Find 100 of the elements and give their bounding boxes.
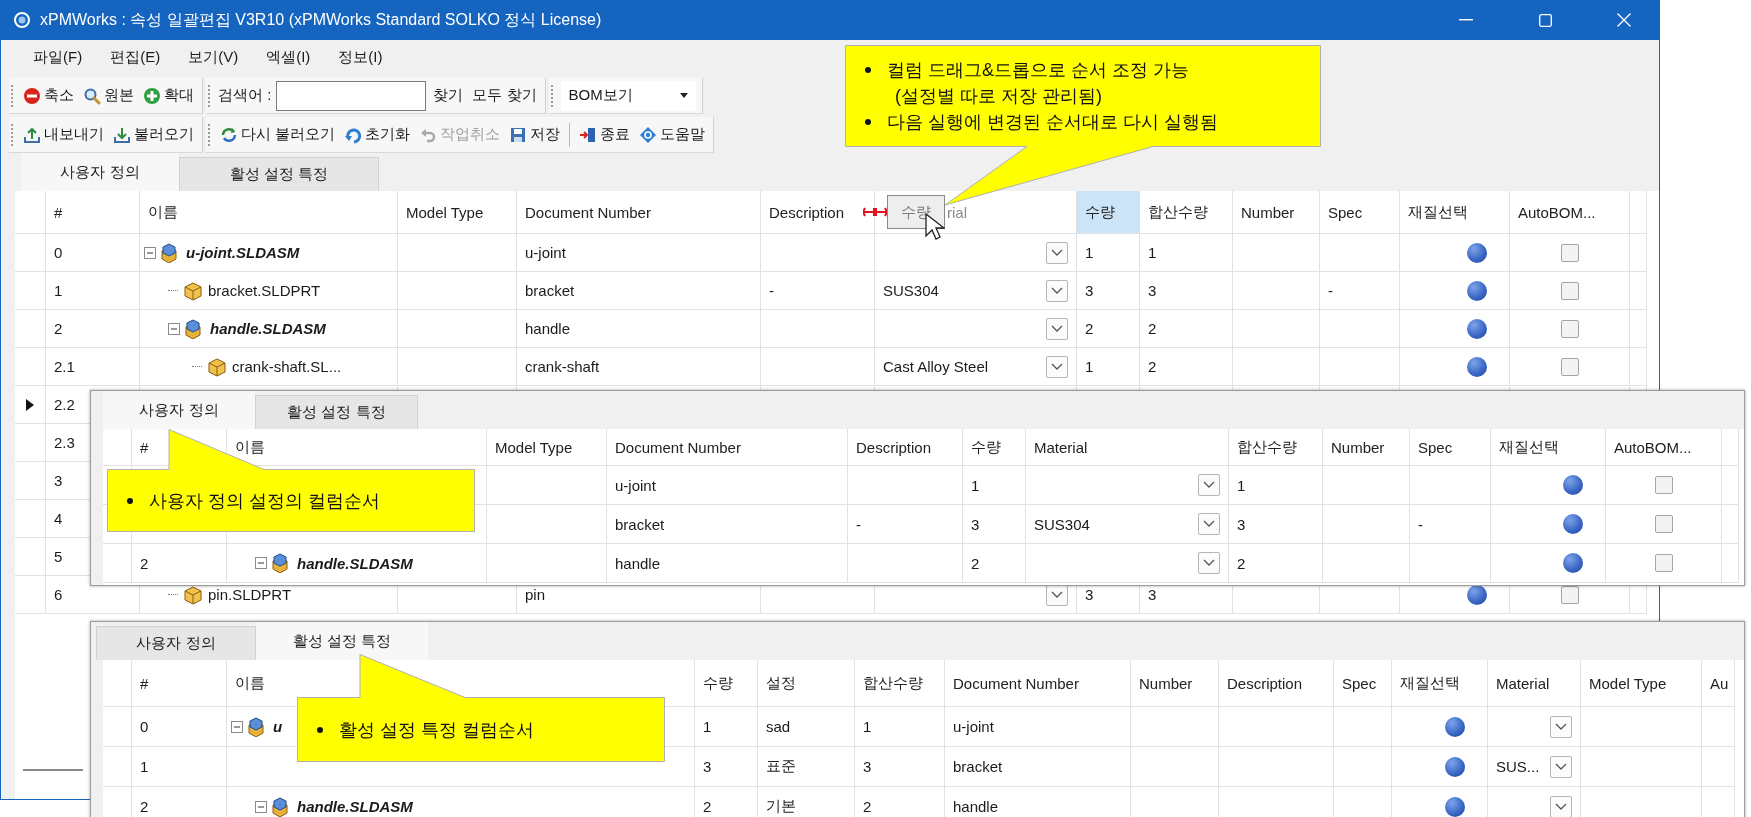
checkbox[interactable]	[1560, 319, 1579, 338]
sphere-icon[interactable]	[1563, 553, 1583, 573]
dropdown-button[interactable]	[1046, 279, 1068, 302]
toolbar-button[interactable]: 축소	[21, 86, 76, 105]
column-header[interactable]: 재질선택	[1491, 429, 1606, 466]
menu-item[interactable]: 파일(F)	[33, 47, 83, 67]
sphere-icon[interactable]	[1445, 716, 1465, 737]
row-header[interactable]	[15, 386, 46, 424]
collapse-icon[interactable]	[231, 720, 243, 733]
column-header[interactable]: 이름	[140, 191, 398, 234]
column-header[interactable]: 합산수량	[855, 660, 945, 707]
collapse-icon[interactable]	[168, 322, 180, 335]
column-header[interactable]: Material	[1488, 660, 1581, 707]
column-header[interactable]: Spec	[1320, 191, 1400, 234]
dropdown-button[interactable]	[1550, 795, 1572, 817]
toolbar-button[interactable]: 모두 찾기	[470, 86, 539, 105]
tab[interactable]: 활성 설정 특정	[179, 157, 379, 191]
dropdown-button[interactable]	[1198, 552, 1220, 574]
column-header[interactable]: 설정	[758, 660, 855, 707]
view-select[interactable]: BOM보기	[560, 80, 696, 111]
table-cell: -	[856, 515, 861, 533]
toolbar-button[interactable]: 종료	[577, 125, 633, 144]
toolbar-button[interactable]: 다시 불러오기	[218, 125, 338, 144]
checkbox[interactable]	[1654, 476, 1673, 494]
sphere-icon[interactable]	[1467, 356, 1487, 377]
dropdown-button[interactable]	[1046, 317, 1068, 340]
toolbar-button[interactable]: 찾기	[431, 86, 466, 105]
column-header[interactable]: Au	[1702, 660, 1735, 707]
dropdown-button[interactable]	[1046, 355, 1068, 378]
column-header[interactable]: Document Number	[517, 191, 761, 234]
table-cell: u-joint	[615, 476, 656, 494]
tab[interactable]: 활성 설정 특정	[255, 395, 418, 429]
tab[interactable]: 사용자 정의	[96, 626, 256, 660]
column-header[interactable]: 수량	[963, 429, 1026, 466]
column-header[interactable]: Document Number	[945, 660, 1131, 707]
column-header[interactable]: 수량	[695, 660, 758, 707]
sphere-icon[interactable]	[1445, 756, 1465, 777]
checkbox[interactable]	[1560, 243, 1579, 262]
search-field[interactable]	[276, 80, 427, 111]
toolbar-button[interactable]: 초기화	[342, 125, 413, 144]
column-header[interactable]: Number	[1323, 429, 1410, 466]
column-header[interactable]: Number	[1233, 191, 1320, 234]
checkbox[interactable]	[1560, 281, 1579, 300]
sphere-icon[interactable]	[1467, 584, 1487, 605]
column-header[interactable]: 재질선택	[1400, 191, 1510, 234]
collapse-icon[interactable]	[255, 800, 267, 813]
column-header[interactable]: Model Type	[487, 429, 607, 466]
sphere-icon[interactable]	[1467, 318, 1487, 339]
tab[interactable]: 사용자 정의	[103, 391, 255, 429]
table-cell: handle	[525, 320, 571, 337]
row-number: 2.1	[54, 358, 75, 375]
sphere-icon[interactable]	[1563, 475, 1583, 495]
column-header[interactable]: 재질선택	[1392, 660, 1488, 707]
toolbar-button[interactable]: 내보내기	[21, 125, 106, 144]
sphere-icon[interactable]	[1467, 242, 1487, 263]
column-header[interactable]: 합산수량	[1140, 191, 1233, 234]
column-header[interactable]: Number	[1131, 660, 1219, 707]
column-header[interactable]: #	[132, 660, 227, 707]
collapse-icon[interactable]	[144, 246, 156, 259]
dropdown-button[interactable]	[1550, 755, 1572, 778]
column-header[interactable]: Description	[761, 191, 875, 234]
checkbox[interactable]	[1654, 515, 1673, 533]
column-header[interactable]: Model Type	[1581, 660, 1702, 707]
sphere-icon[interactable]	[1467, 280, 1487, 301]
magnifier-icon	[83, 86, 101, 105]
column-header[interactable]: AutoBOM...	[1510, 191, 1630, 234]
menu-item[interactable]: 보기(V)	[188, 47, 239, 67]
column-header[interactable]: AutoBOM...	[1606, 429, 1722, 466]
menu-item[interactable]: 정보(I)	[338, 47, 383, 67]
menu-item[interactable]: 엑셀(I)	[266, 47, 311, 67]
sphere-icon[interactable]	[1445, 796, 1465, 817]
column-header[interactable]: Description	[1219, 660, 1334, 707]
column-header[interactable]: Description	[848, 429, 963, 466]
toolbar-button[interactable]: 저장	[507, 125, 563, 144]
tab[interactable]: 활성 설정 특정	[256, 622, 428, 660]
table-cell: SUS304	[1034, 515, 1090, 533]
column-header[interactable]: Spec	[1334, 660, 1392, 707]
column-header[interactable]: #	[46, 191, 140, 234]
column-header[interactable]: Model Type	[398, 191, 517, 234]
toolbar-button[interactable]: 원본	[81, 86, 136, 105]
collapse-icon[interactable]	[255, 557, 267, 569]
tab[interactable]: 사용자 정의	[21, 153, 179, 191]
toolbar-button[interactable]: 불러오기	[111, 125, 196, 144]
callout-note: (설정별 따로 저장 관리됨)	[895, 85, 1103, 108]
dropdown-button[interactable]	[1046, 241, 1068, 264]
toolbar-button[interactable]: 확대	[141, 86, 196, 105]
checkbox[interactable]	[1560, 357, 1579, 376]
drag-ghost[interactable]: 수량	[887, 195, 945, 229]
dropdown-button[interactable]	[1198, 513, 1220, 535]
column-header[interactable]: Material	[1026, 429, 1229, 466]
dropdown-button[interactable]	[1550, 715, 1572, 738]
column-header[interactable]: Document Number	[607, 429, 848, 466]
sphere-icon[interactable]	[1563, 514, 1583, 534]
column-header[interactable]: 합산수량	[1229, 429, 1323, 466]
toolbar-button[interactable]: 도움말	[637, 125, 708, 144]
menu-item[interactable]: 편집(E)	[110, 47, 161, 67]
column-header[interactable]: Spec	[1410, 429, 1491, 466]
column-header[interactable]: 수량	[1077, 191, 1140, 234]
checkbox[interactable]	[1654, 554, 1673, 572]
dropdown-button[interactable]	[1198, 474, 1220, 496]
